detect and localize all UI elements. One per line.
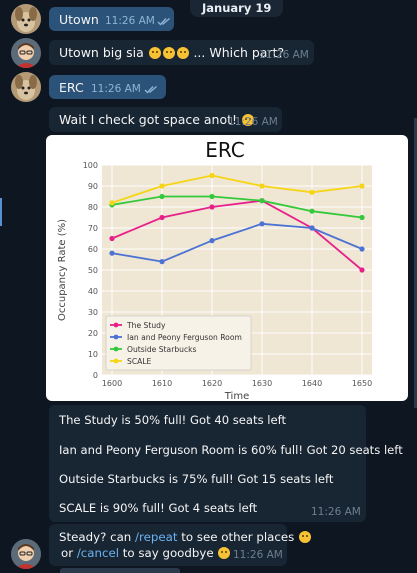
date-pill: January 19 (190, 0, 284, 17)
y-tick-label: 60 (88, 245, 98, 254)
legend-label: The Study (126, 321, 166, 330)
incoming-message[interactable]: Utown big sia ... Which part? 11:26 AM (49, 40, 314, 65)
y-tick-label: 40 (88, 287, 98, 296)
bot-avatar[interactable] (11, 539, 41, 569)
data-point (109, 250, 115, 256)
message-time: 11:26 AM (233, 549, 283, 561)
data-point (309, 208, 315, 214)
y-axis-label: Occupancy Rate (%) (57, 219, 68, 321)
x-tick-label: 1610 (152, 379, 172, 388)
dog-avatar-icon (11, 4, 41, 34)
message-text: Steady? can (59, 530, 136, 544)
chart-title: ERC (205, 138, 245, 162)
emoji-icon (148, 47, 161, 59)
message-line: Steady? can /repeat to see other places (59, 530, 312, 544)
legend-marker (113, 322, 119, 328)
scroll-indicator (0, 198, 2, 226)
incoming-message[interactable]: The Study is 50% full! Got 40 seats left… (49, 405, 403, 522)
x-axis-label: Time (224, 391, 249, 401)
x-tick-label: 1600 (102, 379, 122, 388)
message-time: 11:26 AM (228, 116, 278, 128)
data-point (109, 200, 115, 206)
incoming-message[interactable]: Steady? can /repeat to see other places … (49, 524, 312, 566)
data-point (159, 183, 165, 189)
data-point (159, 193, 165, 200)
message-text: Utown (59, 12, 99, 27)
y-tick-label: 20 (88, 329, 98, 338)
message-line: Outside Starbucks is 75% full! Got 15 se… (59, 472, 334, 486)
outgoing-message[interactable]: ERC 11:26 AM (49, 75, 166, 99)
double-check-icon (144, 85, 157, 94)
bot-avatar-icon (11, 539, 41, 569)
partial-bubble (60, 568, 180, 573)
legend-marker (113, 334, 119, 340)
legend-label: Outside Starbucks (127, 345, 197, 354)
data-point (309, 225, 315, 231)
data-point (359, 183, 365, 189)
legend-marker (113, 358, 119, 364)
x-tick-label: 1630 (252, 379, 272, 388)
message-line: Ian and Peony Ferguson Room is 60% full!… (59, 443, 403, 457)
y-tick-label: 90 (88, 182, 98, 191)
legend-label: SCALE (127, 357, 152, 366)
y-tick-label: 0 (93, 371, 98, 380)
data-point (209, 193, 215, 200)
legend-label: Ian and Peony Ferguson Room (127, 333, 242, 342)
y-tick-label: 50 (88, 266, 98, 275)
cancel-command-link[interactable]: /cancel (77, 546, 119, 560)
data-point (359, 267, 365, 273)
message-line: or /cancel to say goodbye (61, 546, 231, 560)
message-text: Utown big sia (59, 45, 144, 60)
y-tick-label: 10 (88, 350, 98, 359)
x-tick-label: 1640 (302, 379, 322, 388)
emoji-icon (176, 47, 189, 59)
data-point (209, 172, 215, 179)
message-text: Wait I check got space anot! (59, 112, 238, 127)
data-point (359, 246, 365, 252)
message-text: ERC (59, 80, 84, 95)
message-time: 11:26 AM (311, 506, 361, 518)
data-point (109, 235, 115, 242)
data-point (209, 238, 215, 244)
data-point (309, 189, 315, 195)
bot-avatar-icon (11, 38, 41, 68)
y-tick-label: 70 (88, 224, 98, 233)
message-line: SCALE is 90% full! Got 4 seats left (59, 501, 258, 515)
message-text: or (61, 546, 77, 560)
message-time: 11:26 AM (91, 83, 141, 95)
outgoing-message[interactable]: Utown 11:26 AM (49, 7, 174, 31)
y-tick-label: 100 (83, 161, 98, 170)
data-point (159, 259, 165, 265)
message-text: to see other places (177, 530, 295, 544)
data-point (159, 214, 165, 221)
message-time: 11:26 AM (105, 15, 155, 27)
x-tick-label: 1650 (352, 379, 372, 388)
y-tick-label: 80 (88, 203, 98, 212)
emoji-icon (218, 547, 231, 559)
data-point (259, 221, 265, 227)
user-avatar[interactable] (11, 4, 41, 34)
repeat-command-link[interactable]: /repeat (135, 530, 177, 544)
emoji-icon (162, 47, 175, 59)
user-avatar[interactable] (11, 72, 41, 102)
bot-avatar[interactable] (11, 38, 41, 68)
data-point (209, 204, 215, 210)
message-text: to say goodbye (119, 546, 214, 560)
occupancy-chart: 0 10 20 30 40 50 60 70 80 90 100 1600 1610 1620 1630 16… (57, 138, 372, 401)
data-point (259, 183, 265, 189)
x-tick-label: 1620 (202, 379, 222, 388)
y-tick-label: 30 (88, 308, 98, 317)
incoming-message[interactable]: Wait I check got space anot! 11:26 AM (49, 107, 282, 132)
chart-image[interactable]: 0 10 20 30 40 50 60 70 80 90 100 1600 1610 1620 1630 16… (46, 135, 408, 401)
legend-marker (113, 346, 119, 352)
emoji-icon (299, 531, 312, 543)
dog-avatar-icon (11, 72, 41, 102)
message-line: The Study is 50% full! Got 40 seats left (59, 413, 287, 427)
message-time: 11:26 AM (259, 49, 309, 61)
data-point (359, 214, 365, 221)
data-point (259, 198, 265, 204)
double-check-icon (157, 17, 170, 26)
